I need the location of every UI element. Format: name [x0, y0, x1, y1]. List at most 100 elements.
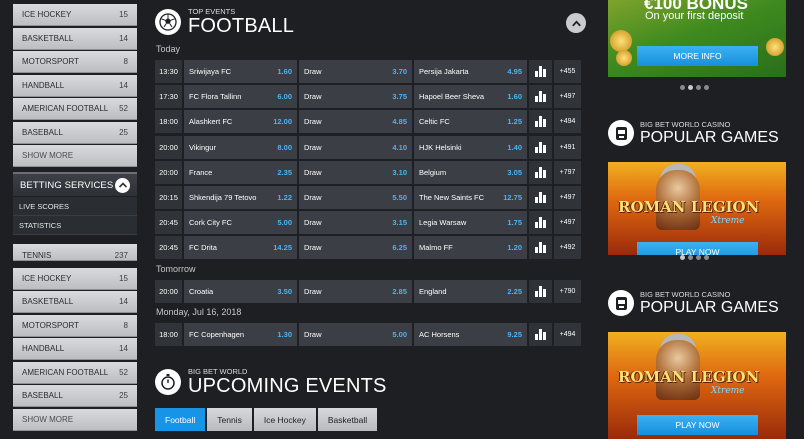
- team-name: Draw: [304, 286, 322, 296]
- home-odds-button[interactable]: France 2.35: [184, 160, 297, 184]
- carousel-dot[interactable]: [688, 85, 693, 90]
- more-markets-button[interactable]: +797: [554, 160, 581, 184]
- betting-link[interactable]: STATISTICS: [13, 216, 137, 235]
- draw-odds-button[interactable]: Draw 3.15: [299, 211, 412, 235]
- draw-odds-button[interactable]: Draw 4.10: [299, 135, 412, 159]
- carousel-dot[interactable]: [688, 255, 693, 260]
- more-info-button[interactable]: MORE INFO: [637, 46, 758, 66]
- odds-value: 3.15: [392, 218, 407, 228]
- home-odds-button[interactable]: FC Drita 14.25: [184, 236, 297, 260]
- tab-basketball[interactable]: Basketball: [317, 408, 378, 431]
- stats-button[interactable]: [529, 85, 552, 109]
- draw-odds-button[interactable]: Draw 3.10: [299, 160, 412, 184]
- home-odds-button[interactable]: Alashkert FC 12.00: [184, 110, 297, 134]
- away-odds-button[interactable]: Hapoel Beer Sheva 1.60: [414, 85, 527, 109]
- draw-odds-button[interactable]: Draw 2.85: [299, 279, 412, 303]
- match-time: 18:00: [155, 110, 182, 134]
- more-markets-button[interactable]: +790: [554, 279, 581, 303]
- more-markets-button[interactable]: +455: [554, 60, 581, 83]
- home-odds-button[interactable]: FC Copenhagen 1.30: [184, 322, 297, 346]
- carousel-dot[interactable]: [696, 85, 701, 90]
- show-more-button[interactable]: SHOW MORE: [13, 408, 137, 431]
- carousel-dot[interactable]: [704, 85, 709, 90]
- sport-item[interactable]: BASKETBALL 14: [13, 291, 137, 313]
- stats-button[interactable]: [529, 160, 552, 184]
- tab-ice-hockey[interactable]: Ice Hockey: [253, 408, 316, 431]
- home-odds-button[interactable]: Croatia 3.50: [184, 279, 297, 303]
- away-odds-button[interactable]: AC Horsens 9.25: [414, 322, 527, 346]
- more-markets-button[interactable]: +497: [554, 211, 581, 235]
- stats-button[interactable]: [529, 110, 552, 134]
- away-odds-button[interactable]: The New Saints FC 12.75: [414, 186, 527, 209]
- stats-button[interactable]: [529, 186, 552, 209]
- draw-odds-button[interactable]: Draw 3.75: [299, 85, 412, 109]
- more-markets-button[interactable]: +491: [554, 135, 581, 159]
- sport-item[interactable]: BASKETBALL 14: [13, 27, 137, 50]
- sport-item[interactable]: HANDBALL 14: [13, 338, 137, 360]
- collapse-button[interactable]: [566, 13, 586, 33]
- away-odds-button[interactable]: Malmo FF 1.20: [414, 236, 527, 260]
- team-name: England: [419, 286, 447, 296]
- stats-button[interactable]: [529, 236, 552, 260]
- more-markets-button[interactable]: +497: [554, 85, 581, 109]
- tab-football[interactable]: Football: [155, 408, 206, 431]
- sport-item[interactable]: BASEBALL 25: [13, 385, 137, 407]
- draw-odds-button[interactable]: Draw 3.70: [299, 60, 412, 83]
- sport-item[interactable]: HANDBALL 14: [13, 74, 137, 97]
- away-odds-button[interactable]: Celtic FC 1.25: [414, 110, 527, 134]
- more-markets-button[interactable]: +494: [554, 110, 581, 134]
- stats-button[interactable]: [529, 135, 552, 159]
- draw-odds-button[interactable]: Draw 5.50: [299, 186, 412, 209]
- more-markets-button[interactable]: +494: [554, 322, 581, 346]
- sport-count: 15: [119, 273, 128, 283]
- team-name: Sriwijaya FC: [189, 67, 232, 76]
- stats-button[interactable]: [529, 211, 552, 235]
- away-odds-button[interactable]: England 2.25: [414, 279, 527, 303]
- draw-odds-button[interactable]: Draw 4.85: [299, 110, 412, 134]
- betting-link[interactable]: LIVE SCORES: [13, 197, 137, 216]
- betting-services-header[interactable]: BETTING SERVICES: [13, 172, 137, 196]
- sport-item[interactable]: TENNIS 237: [13, 244, 137, 261]
- promo-carousel-dots[interactable]: [680, 85, 709, 90]
- more-markets-button[interactable]: +497: [554, 186, 581, 209]
- away-odds-button[interactable]: HJK Helsinki 1.40: [414, 135, 527, 159]
- sport-label: HANDBALL: [22, 80, 65, 90]
- home-odds-button[interactable]: FC Flora Tallinn 6.00: [184, 85, 297, 109]
- game-carousel-dots[interactable]: [680, 255, 709, 260]
- game-thumbnail[interactable]: ROMAN LEGION Xtreme PLAY NOW: [608, 162, 786, 255]
- sport-item[interactable]: ICE HOCKEY 15: [13, 267, 137, 290]
- more-markets-button[interactable]: +492: [554, 236, 581, 260]
- sport-item[interactable]: AMERICAN FOOTBALL 52: [13, 98, 137, 120]
- show-more-button[interactable]: SHOW MORE: [13, 145, 137, 167]
- match-row: 18:00 Alashkert FC 12.00 Draw 4.85 Celtic FC 1…: [155, 110, 587, 134]
- carousel-dot[interactable]: [680, 255, 685, 260]
- play-now-button[interactable]: PLAY NOW: [637, 242, 758, 255]
- draw-odds-button[interactable]: Draw 6.25: [299, 236, 412, 260]
- home-odds-button[interactable]: Cork City FC 5.00: [184, 211, 297, 235]
- tab-tennis[interactable]: Tennis: [207, 408, 252, 431]
- sport-item[interactable]: MOTORSPORT 8: [13, 314, 137, 337]
- draw-odds-button[interactable]: Draw 5.00: [299, 322, 412, 346]
- home-odds-button[interactable]: Vikingur 8.00: [184, 135, 297, 159]
- sport-item[interactable]: BASEBALL 25: [13, 121, 137, 144]
- home-odds-button[interactable]: Shkendija 79 Tetovo 1.22: [184, 186, 297, 209]
- away-odds-button[interactable]: Persija Jakarta 4.95: [414, 60, 527, 83]
- team-name: Draw: [304, 193, 322, 202]
- stats-button[interactable]: [529, 322, 552, 346]
- sport-item[interactable]: AMERICAN FOOTBALL 52: [13, 361, 137, 384]
- play-now-button[interactable]: PLAY NOW: [637, 415, 758, 435]
- stats-button[interactable]: [529, 279, 552, 303]
- bar-chart-icon: [535, 285, 546, 297]
- sport-item[interactable]: MOTORSPORT 8: [13, 51, 137, 73]
- carousel-dot[interactable]: [704, 255, 709, 260]
- carousel-dot[interactable]: [680, 85, 685, 90]
- away-odds-button[interactable]: Legia Warsaw 1.75: [414, 211, 527, 235]
- chevron-up-icon[interactable]: [115, 177, 130, 193]
- stats-button[interactable]: [529, 60, 552, 83]
- game-thumbnail[interactable]: ROMAN LEGION Xtreme PLAY NOW: [608, 332, 786, 439]
- promo-banner[interactable]: €100 BONUS On your first deposit MORE IN…: [608, 0, 786, 77]
- sport-item[interactable]: ICE HOCKEY 15: [13, 4, 137, 26]
- away-odds-button[interactable]: Belgium 3.05: [414, 160, 527, 184]
- carousel-dot[interactable]: [696, 255, 701, 260]
- home-odds-button[interactable]: Sriwijaya FC 1.60: [184, 60, 297, 83]
